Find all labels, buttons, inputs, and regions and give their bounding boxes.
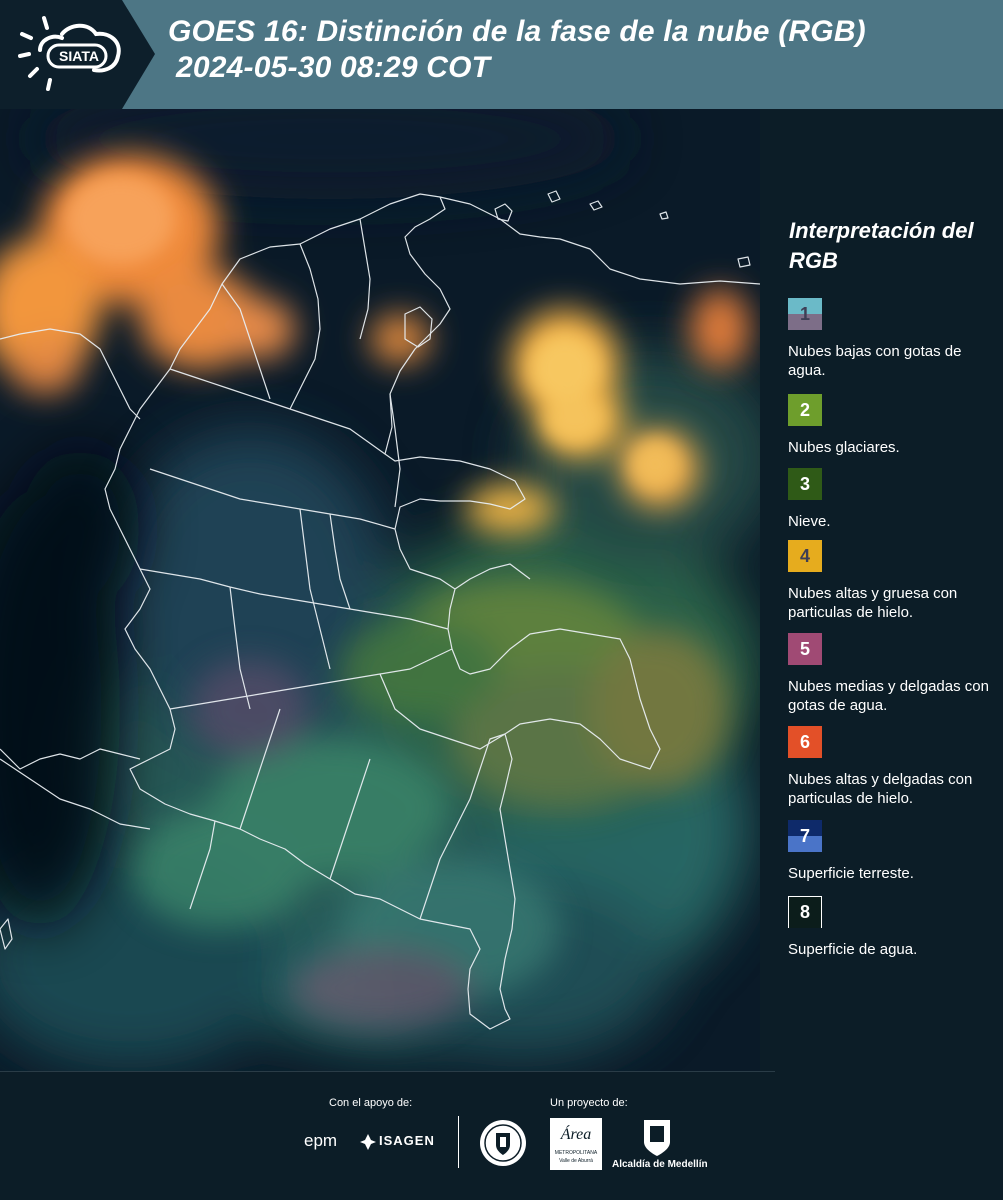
university-seal-icon bbox=[479, 1119, 527, 1172]
legend-number: 8 bbox=[799, 901, 810, 922]
legend-item: 7 Superficie terreste. bbox=[788, 820, 998, 883]
legend-swatch: 6 bbox=[788, 726, 822, 758]
legend-item: 2 Nubes glaciares. bbox=[788, 394, 998, 457]
legend-item: 5 Nubes medias y delgadas con gotas de a… bbox=[788, 633, 998, 715]
satellite-map bbox=[0, 109, 760, 1071]
isagen-logo: ISAGEN bbox=[360, 1133, 440, 1153]
legend-label: Superficie terreste. bbox=[788, 865, 914, 882]
legend-item: 8 Superficie de agua. bbox=[788, 896, 998, 959]
alcaldia-label: Alcaldía de Medellín bbox=[612, 1159, 708, 1170]
page-title: GOES 16: Distinción de la fase de la nub… bbox=[168, 14, 866, 86]
isagen-icon bbox=[360, 1134, 376, 1150]
header-bar: SIATA GOES 16: Distinción de la fase de … bbox=[0, 0, 1003, 109]
epm-logo: epm bbox=[304, 1131, 338, 1150]
legend-swatch: 5 bbox=[788, 633, 822, 665]
legend-title: Interpretación del RGB bbox=[789, 218, 974, 273]
legend-swatch: 7 bbox=[788, 820, 822, 852]
legend-number: 5 bbox=[799, 638, 810, 659]
legend-number: 2 bbox=[799, 399, 810, 420]
legend-number: 3 bbox=[799, 473, 810, 494]
legend-number: 4 bbox=[799, 545, 810, 566]
support-label: Con el apoyo de: bbox=[329, 1097, 413, 1109]
title-timestamp: 2024-05-30 08:29 COT bbox=[176, 51, 491, 84]
legend-number: 1 bbox=[799, 303, 810, 324]
legend-swatch: 3 bbox=[788, 468, 822, 500]
legend-panel: Interpretación del RGB 1 Nubes bajas con… bbox=[760, 109, 1003, 1071]
legend-item: 3 Nieve. bbox=[788, 468, 998, 531]
siata-logo-text: SIATA bbox=[59, 48, 99, 64]
legend-item: 6 Nubes altas y delgadas con particulas … bbox=[788, 726, 998, 808]
legend-label: Superficie de agua. bbox=[788, 941, 918, 958]
legend-swatch: 1 bbox=[788, 298, 822, 330]
legend-item: 1 Nubes bajas con gotas de agua. bbox=[788, 298, 998, 380]
legend-label: Nubes altas y delgadas con particulas de… bbox=[788, 771, 973, 807]
legend-label: Nubes medias y delgadas con gotas de agu… bbox=[788, 678, 989, 714]
legend-swatch: 8 bbox=[788, 896, 822, 928]
footer: Con el apoyo de: Un proyecto de: epm ISA… bbox=[0, 1071, 1003, 1200]
project-label: Un proyecto de: bbox=[550, 1097, 628, 1109]
legend-label: Nubes altas y gruesa con particulas de h… bbox=[788, 585, 958, 621]
siata-logo: SIATA bbox=[0, 0, 155, 109]
legend-label: Nubes bajas con gotas de agua. bbox=[788, 343, 962, 379]
area-metropolitana-logo: Área METROPOLITANA Valle de Aburrá bbox=[550, 1118, 602, 1170]
legend-item: 4 Nubes altas y gruesa con particulas de… bbox=[788, 540, 998, 622]
legend-swatch: 2 bbox=[788, 394, 822, 426]
footer-divider bbox=[0, 1071, 775, 1072]
legend-label: Nieve. bbox=[788, 513, 831, 530]
legend-number: 7 bbox=[799, 825, 810, 846]
footer-vertical-divider bbox=[458, 1116, 459, 1168]
title-main: GOES 16: Distinción de la fase de la nub… bbox=[168, 15, 866, 48]
legend-number: 6 bbox=[799, 731, 810, 752]
legend-label: Nubes glaciares. bbox=[788, 439, 900, 456]
alcaldia-shield-icon bbox=[642, 1118, 672, 1163]
legend-swatch: 4 bbox=[788, 540, 822, 572]
